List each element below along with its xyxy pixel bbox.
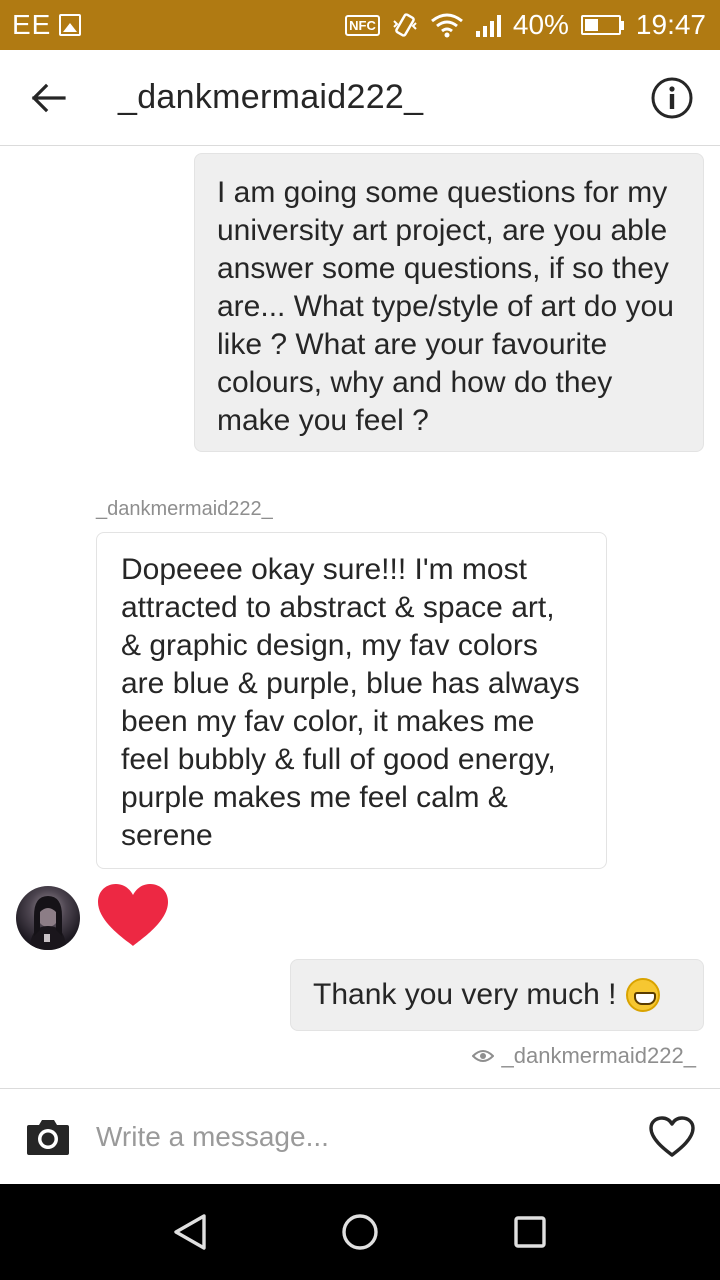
message-input[interactable]	[96, 1120, 616, 1153]
status-bar: EE NFC 40% 19:47	[0, 0, 720, 50]
triangle-back-icon	[174, 1214, 206, 1250]
seen-receipt: _dankmermaid222_	[471, 1043, 696, 1069]
back-button[interactable]	[0, 50, 96, 146]
clock: 19:47	[635, 9, 706, 40]
message-text: Thank you very much !	[313, 978, 617, 1011]
image-icon	[59, 14, 82, 36]
message-composer	[0, 1088, 720, 1184]
message-bubble-incoming[interactable]: Dopeeee okay sure!!! I'm most attracted …	[96, 532, 607, 869]
dm-screen: EE NFC 40% 19:47 _dankmermaid222_ I am g…	[0, 0, 720, 1280]
message-bubble-outgoing[interactable]: I am going some questions for my univers…	[194, 153, 704, 452]
camera-button[interactable]	[0, 1089, 96, 1185]
heart-outline-icon	[649, 1115, 695, 1157]
vibrate-icon	[393, 13, 417, 37]
carrier-name: EE	[12, 9, 52, 40]
nav-back-button[interactable]	[160, 1202, 220, 1262]
conversation-title[interactable]: _dankmermaid222_	[96, 78, 423, 117]
grinning-face-emoji	[626, 978, 661, 1012]
nav-home-button[interactable]	[330, 1202, 390, 1262]
circle-home-icon	[342, 1214, 378, 1250]
heart-icon	[98, 884, 168, 946]
battery-percent: 40%	[512, 9, 569, 40]
nav-recents-button[interactable]	[500, 1202, 560, 1262]
wifi-icon	[430, 13, 463, 38]
battery-fill	[584, 19, 598, 31]
message-bubble-outgoing[interactable]: Thank you very much !	[290, 959, 704, 1031]
system-nav-bar	[0, 1184, 720, 1280]
info-icon	[651, 77, 693, 118]
eye-icon	[471, 1050, 494, 1062]
signal-icon	[475, 13, 501, 37]
seen-by-name: _dankmermaid222_	[501, 1043, 696, 1068]
avatar[interactable]	[16, 886, 80, 950]
like-button[interactable]	[624, 1089, 720, 1185]
battery-icon	[580, 15, 624, 35]
info-button[interactable]	[624, 50, 720, 146]
nfc-icon: NFC	[345, 14, 380, 36]
like-reaction[interactable]	[96, 882, 170, 948]
avatar-image	[30, 896, 66, 950]
conversation-header: _dankmermaid222_	[0, 50, 720, 146]
arrow-left-icon	[31, 83, 66, 112]
square-recents-icon	[514, 1216, 546, 1248]
sender-name: _dankmermaid222_	[96, 498, 273, 520]
camera-icon	[27, 1119, 69, 1155]
